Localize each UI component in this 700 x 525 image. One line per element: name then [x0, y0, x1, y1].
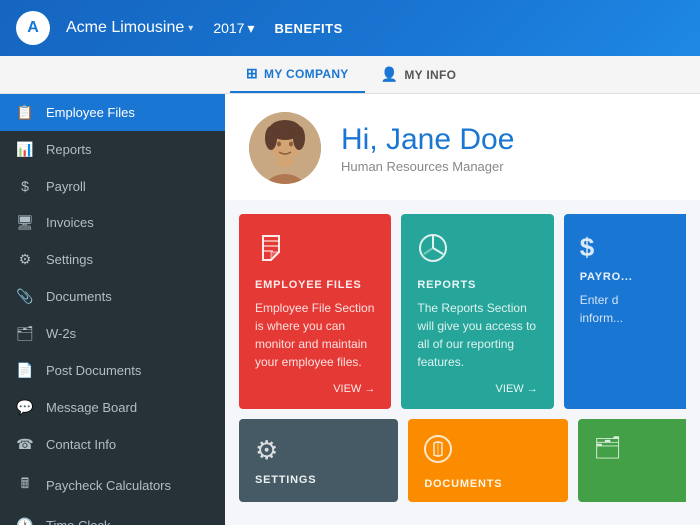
sidebar-icon-contact-info: ☎ — [16, 436, 34, 453]
sidebar-item-message-board[interactable]: 💬 Message Board — [0, 389, 225, 426]
sidebar-item-post-documents[interactable]: 📄 Post Documents — [0, 352, 225, 389]
subtitle-text: Human Resources Manager — [341, 159, 514, 174]
employee-files-card-desc: Employee File Section is where you can m… — [255, 299, 375, 371]
hero-text: Hi, Jane Doe Human Resources Manager — [341, 123, 514, 174]
sidebar-item-settings[interactable]: ⚙ Settings — [0, 241, 225, 278]
sidebar: 📋 Employee Files 📊 Reports $ Payroll 🖥 I… — [0, 94, 225, 525]
sidebar-item-documents[interactable]: 📎 Documents — [0, 278, 225, 315]
sidebar-icon-settings: ⚙ — [16, 251, 34, 268]
settings-bottom-icon: ⚙ — [255, 435, 382, 466]
sidebar-item-w2s[interactable]: 🗂 W-2s — [0, 315, 225, 352]
payroll-card-desc: Enter dinform... — [580, 291, 670, 395]
greeting-text: Hi, Jane Doe — [341, 123, 514, 157]
w2s-bottom-icon: 🗂 — [594, 435, 670, 461]
sidebar-label-settings: Settings — [46, 252, 93, 267]
employee-files-card-title: EMPLOYEE FILES — [255, 279, 375, 291]
person-icon: 👤 — [381, 66, 399, 83]
w2s-bottom-card[interactable]: 🗂 — [578, 419, 686, 502]
sidebar-icon-employee-files: 📋 — [16, 104, 34, 121]
sidebar-icon-time-clock: 🕐 — [16, 517, 34, 525]
bottom-cards-grid: ⚙ SETTINGS DOCUMENTS 🗂 — [225, 409, 700, 502]
top-cards-grid: EMPLOYEE FILES Employee File Section is … — [225, 200, 700, 409]
sidebar-label-payroll: Payroll — [46, 179, 86, 194]
reports-card-link[interactable]: VIEW → — [417, 383, 537, 395]
hero-section: Hi, Jane Doe Human Resources Manager — [225, 94, 700, 200]
settings-bottom-card[interactable]: ⚙ SETTINGS — [239, 419, 398, 502]
sec-nav-my-company[interactable]: ⊞ MY COMPANY — [230, 56, 365, 93]
main-layout: 📋 Employee Files 📊 Reports $ Payroll 🖥 I… — [0, 94, 700, 525]
year-selector[interactable]: 2017 ▾ — [213, 20, 254, 37]
sidebar-label-contact-info: Contact Info — [46, 437, 116, 452]
reports-card[interactable]: REPORTS The Reports Section will give yo… — [401, 214, 553, 409]
payroll-card-icon: $ — [580, 232, 670, 263]
sidebar-item-employee-files[interactable]: 📋 Employee Files — [0, 94, 225, 131]
reports-card-icon — [417, 232, 537, 271]
sidebar-label-documents: Documents — [46, 289, 112, 304]
sidebar-icon-message-board: 💬 — [16, 399, 34, 416]
sidebar-icon-post-documents: 📄 — [16, 362, 34, 379]
sidebar-icon-reports: 📊 — [16, 141, 34, 158]
year-chevron-icon: ▾ — [247, 20, 254, 37]
sidebar-label-paycheck-calc: Paycheck Calculators — [46, 478, 171, 493]
employee-files-card[interactable]: EMPLOYEE FILES Employee File Section is … — [239, 214, 391, 409]
settings-bottom-title: SETTINGS — [255, 474, 382, 486]
sidebar-label-w2s: W-2s — [46, 326, 76, 341]
top-nav: A Acme Limousine ▾ 2017 ▾ BENEFITS — [0, 0, 700, 56]
main-content: Hi, Jane Doe Human Resources Manager EMP… — [225, 94, 700, 525]
sidebar-label-post-documents: Post Documents — [46, 363, 141, 378]
documents-bottom-icon — [424, 435, 551, 470]
sidebar-item-payroll[interactable]: $ Payroll — [0, 168, 225, 204]
company-name-dropdown[interactable]: Acme Limousine ▾ — [66, 19, 193, 37]
company-logo: A — [16, 11, 50, 45]
sidebar-icon-documents: 📎 — [16, 288, 34, 305]
sidebar-icon-paycheck-calc: 🖩 — [16, 473, 34, 497]
employee-files-card-icon — [255, 232, 375, 271]
sec-nav-my-info[interactable]: 👤 MY INFO — [365, 56, 473, 93]
reports-card-desc: The Reports Section will give you access… — [417, 299, 537, 371]
sidebar-item-contact-info[interactable]: ☎ Contact Info — [0, 426, 225, 463]
employee-files-card-link[interactable]: VIEW → — [255, 383, 375, 395]
payroll-card-title: PAYRO... — [580, 271, 670, 283]
company-icon: ⊞ — [246, 65, 258, 82]
sidebar-icon-payroll: $ — [16, 178, 34, 194]
sidebar-label-invoices: Invoices — [46, 215, 94, 230]
sidebar-item-paycheck-calc[interactable]: 🖩 Paycheck Calculators — [0, 463, 225, 507]
sidebar-item-invoices[interactable]: 🖥 Invoices — [0, 204, 225, 241]
sidebar-icon-invoices: 🖥 — [16, 214, 34, 231]
documents-bottom-title: DOCUMENTS — [424, 478, 551, 490]
documents-bottom-card[interactable]: DOCUMENTS — [408, 419, 567, 502]
sidebar-item-time-clock[interactable]: 🕐 Time Clock — [0, 507, 225, 525]
sidebar-item-reports[interactable]: 📊 Reports — [0, 131, 225, 168]
company-chevron-icon: ▾ — [188, 23, 193, 34]
sidebar-label-reports: Reports — [46, 142, 92, 157]
sidebar-label-time-clock: Time Clock — [46, 518, 111, 525]
sidebar-label-employee-files: Employee Files — [46, 105, 135, 120]
payroll-card[interactable]: $ PAYRO... Enter dinform... — [564, 214, 686, 409]
reports-card-title: REPORTS — [417, 279, 537, 291]
sidebar-icon-w2s: 🗂 — [16, 325, 34, 342]
secondary-nav: ⊞ MY COMPANY 👤 MY INFO — [0, 56, 700, 94]
avatar — [249, 112, 321, 184]
benefits-nav-link[interactable]: BENEFITS — [275, 21, 343, 36]
sidebar-label-message-board: Message Board — [46, 400, 137, 415]
